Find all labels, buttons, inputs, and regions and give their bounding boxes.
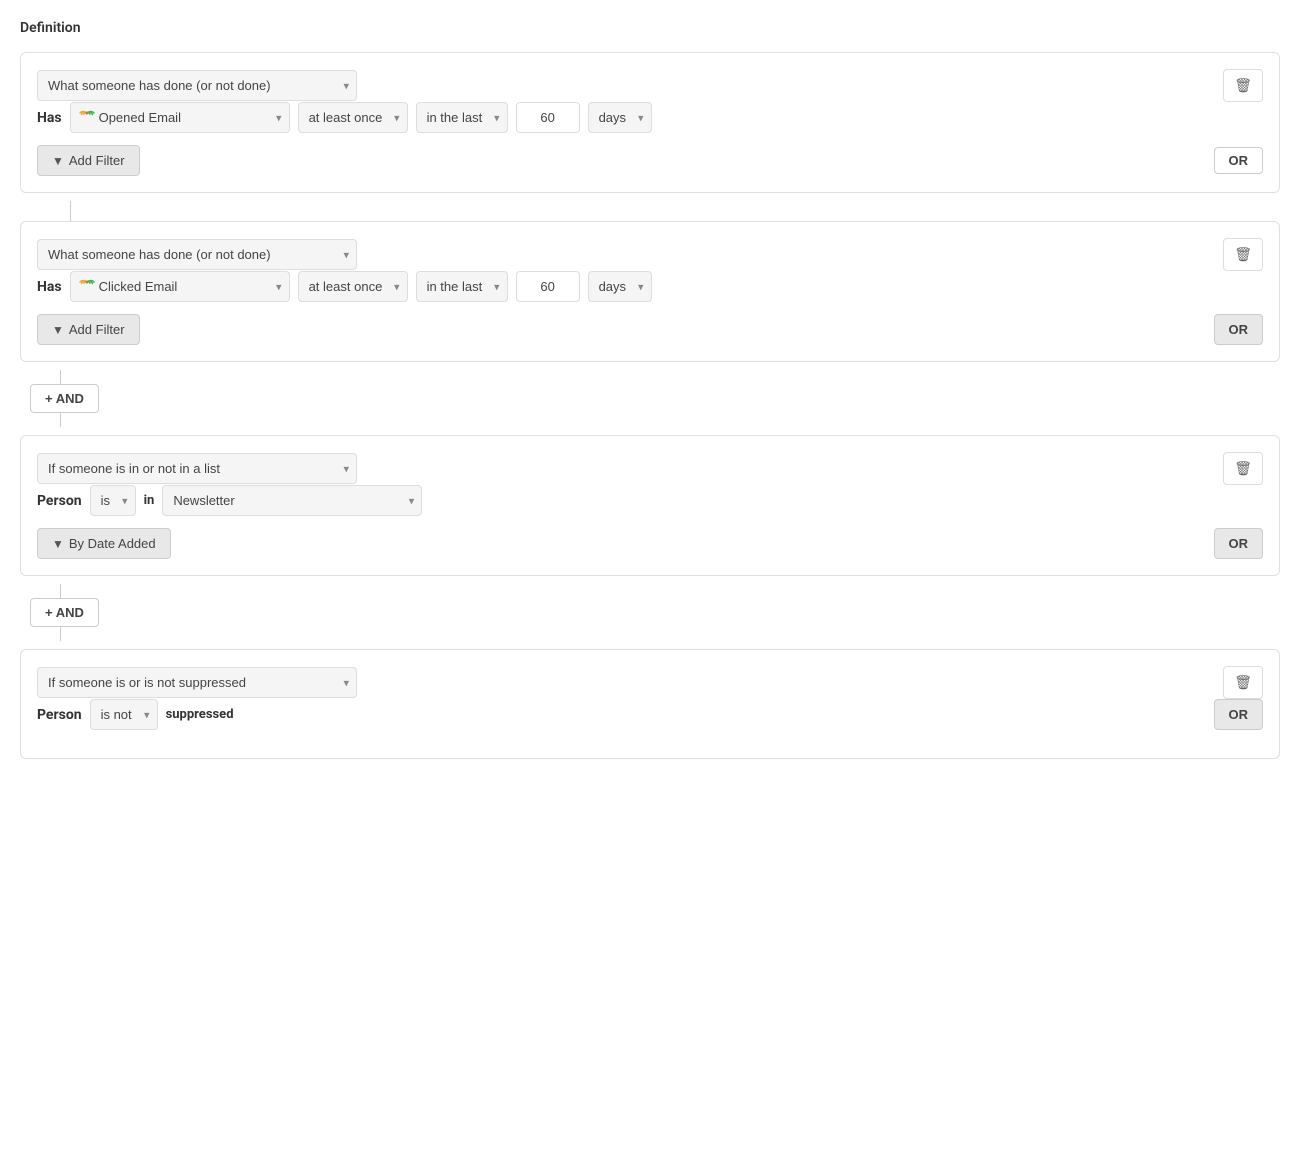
block2-frequency-wrapper[interactable]: at least once (298, 271, 408, 302)
block2-bottom-row: ▼ Add Filter OR (37, 314, 1263, 345)
block4-person-label: Person (37, 707, 82, 723)
block1-add-filter-label: Add Filter (69, 153, 125, 168)
block3-bottom-row: ▼ By Date Added OR (37, 528, 1263, 559)
and-button-2[interactable]: + AND (30, 598, 99, 627)
block4-condition-select[interactable]: is not (90, 699, 158, 730)
block4-person-row: Person is not suppressed OR (37, 699, 1263, 730)
or-connector-1 (40, 201, 1280, 221)
block2-delete-button[interactable]: 🗑 (1223, 238, 1263, 271)
block1-bottom-row: ▼ Add Filter OR (37, 145, 1263, 176)
delete-icon-3: 🗑 (1234, 460, 1252, 477)
block2-timeperiod-select[interactable]: in the last (416, 271, 508, 302)
block1-event-select[interactable]: Opened Email (70, 102, 290, 133)
block2-type-select-wrapper[interactable]: What someone has done (or not done) (37, 239, 357, 270)
block1-days-input[interactable] (516, 102, 580, 133)
block2-event-select[interactable]: Clicked Email (70, 271, 290, 302)
block1-timeperiod-wrapper[interactable]: in the last (416, 102, 508, 133)
block3-list-select[interactable]: Newsletter (162, 485, 422, 516)
and-connector-1: + AND (20, 370, 1280, 427)
block1-type-select-wrapper[interactable]: What someone has done (or not done) (37, 70, 357, 101)
block1-frequency-wrapper[interactable]: at least once (298, 102, 408, 133)
block3-type-select-wrapper[interactable]: If someone is in or not in a list (37, 453, 357, 484)
block2-event-select-wrapper[interactable]: Clicked Email (70, 271, 290, 302)
and-line-2b (60, 627, 61, 641)
block1-daysunit-wrapper[interactable]: days (588, 102, 652, 133)
block2-daysunit-select[interactable]: days (588, 271, 652, 302)
block2-left: What someone has done (or not done) (37, 239, 1223, 270)
condition-block-3: If someone is in or not in a list 🗑 Pers… (20, 435, 1280, 576)
block3-bydate-button[interactable]: ▼ By Date Added (37, 528, 171, 559)
block4-delete-button[interactable]: 🗑 (1223, 666, 1263, 699)
and-connector-2: + AND (20, 584, 1280, 641)
block2-add-filter-button[interactable]: ▼ Add Filter (37, 314, 140, 345)
block4-suppressed-label: suppressed (166, 707, 234, 722)
block3-bydate-label: By Date Added (69, 536, 156, 551)
block4-condition-wrapper[interactable]: is not (90, 699, 158, 730)
block3-left: If someone is in or not in a list (37, 453, 1223, 484)
block1-has-row: Has Opened Email at least once (37, 102, 1263, 133)
and-line-1 (60, 370, 61, 384)
condition-block-1: What someone has done (or not done) 🗑 Ha… (20, 52, 1280, 193)
block2-frequency-select[interactable]: at least once (298, 271, 408, 302)
block2-days-input[interactable] (516, 271, 580, 302)
block4-or-button[interactable]: OR (1214, 699, 1264, 730)
block1-left: What someone has done (or not done) (37, 70, 1223, 101)
block1-or-button[interactable]: OR (1214, 147, 1264, 174)
block2-type-row: What someone has done (or not done) 🗑 (37, 238, 1263, 271)
block1-daysunit-select[interactable]: days (588, 102, 652, 133)
block4-type-row: If someone is or is not suppressed 🗑 (37, 666, 1263, 699)
block3-type-row: If someone is in or not in a list 🗑 (37, 452, 1263, 485)
filter-icon-3: ▼ (52, 537, 64, 551)
block2-has-row: Has Clicked Email at least once (37, 271, 1263, 302)
block1-frequency-select[interactable]: at least once (298, 102, 408, 133)
block3-delete-button[interactable]: 🗑 (1223, 452, 1263, 485)
block4-type-select-wrapper[interactable]: If someone is or is not suppressed (37, 667, 357, 698)
block3-person-row: Person is in Newsletter (37, 485, 1263, 516)
condition-block-4: If someone is or is not suppressed 🗑 Per… (20, 649, 1280, 759)
block2-timeperiod-wrapper[interactable]: in the last (416, 271, 508, 302)
block1-type-row: What someone has done (or not done) 🗑 (37, 69, 1263, 102)
filter-icon-1: ▼ (52, 154, 64, 168)
and-button-1[interactable]: + AND (30, 384, 99, 413)
delete-icon-1: 🗑 (1234, 77, 1252, 94)
delete-icon-4: 🗑 (1234, 674, 1252, 691)
filter-icon-2: ▼ (52, 323, 64, 337)
and-line-1b (60, 413, 61, 427)
condition-block-2: What someone has done (or not done) 🗑 Ha… (20, 221, 1280, 362)
block4-left: If someone is or is not suppressed (37, 667, 1223, 698)
and-line-2 (60, 584, 61, 598)
block3-or-button[interactable]: OR (1214, 528, 1264, 559)
page-title: Definition (20, 20, 1280, 36)
block3-type-select[interactable]: If someone is in or not in a list (37, 453, 357, 484)
block3-in-label: in (144, 493, 155, 508)
block1-add-filter-button[interactable]: ▼ Add Filter (37, 145, 140, 176)
block3-condition-select[interactable]: is (90, 485, 136, 516)
block3-condition-wrapper[interactable]: is (90, 485, 136, 516)
block2-daysunit-wrapper[interactable]: days (588, 271, 652, 302)
block2-has-label: Has (37, 279, 62, 295)
block1-delete-button[interactable]: 🗑 (1223, 69, 1263, 102)
block1-event-select-wrapper[interactable]: Opened Email (70, 102, 290, 133)
block2-add-filter-label: Add Filter (69, 322, 125, 337)
block2-or-button[interactable]: OR (1214, 314, 1264, 345)
block3-person-label: Person (37, 493, 82, 509)
block1-has-label: Has (37, 110, 62, 126)
block2-type-select[interactable]: What someone has done (or not done) (37, 239, 357, 270)
delete-icon-2: 🗑 (1234, 246, 1252, 263)
block1-type-select[interactable]: What someone has done (or not done) (37, 70, 357, 101)
block3-list-wrapper[interactable]: Newsletter (162, 485, 422, 516)
block4-type-select[interactable]: If someone is or is not suppressed (37, 667, 357, 698)
block1-timeperiod-select[interactable]: in the last (416, 102, 508, 133)
